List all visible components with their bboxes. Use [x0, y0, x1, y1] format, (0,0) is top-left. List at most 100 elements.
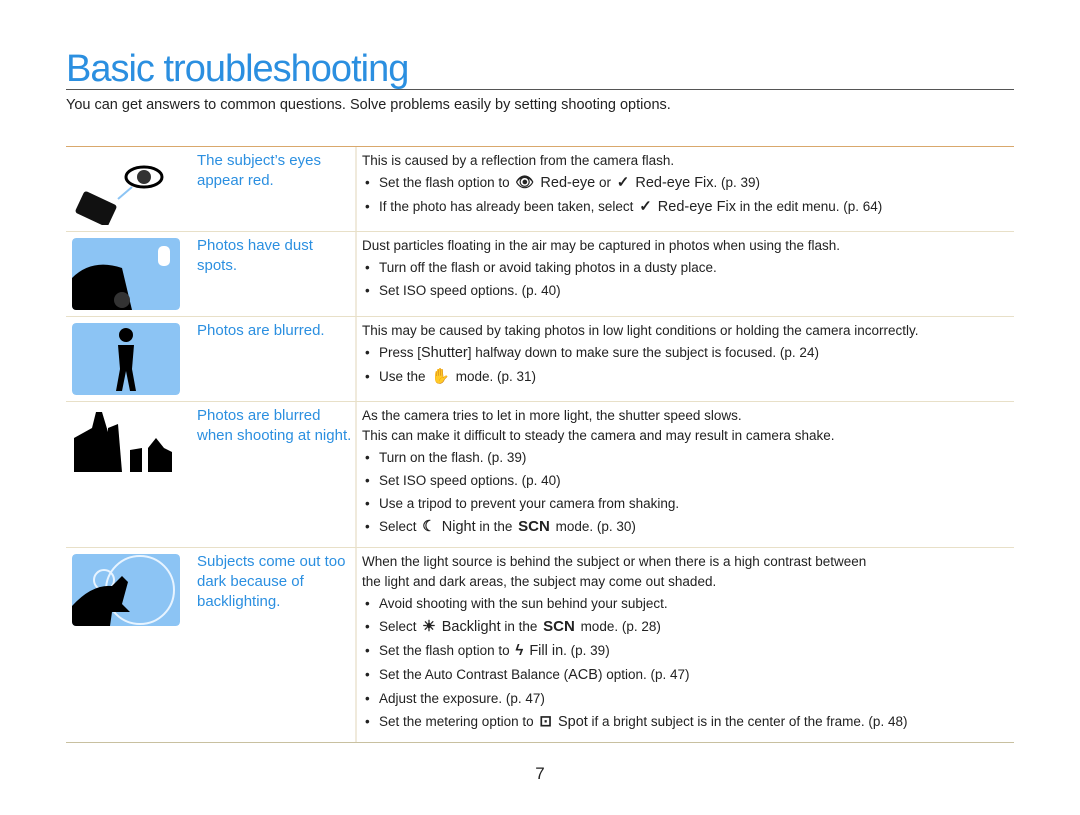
bullet-text: Avoid shooting with the sun behind your …: [379, 596, 668, 611]
option-name: Red-eye: [536, 175, 596, 191]
solution-bullet: If the photo has already been taken, sel…: [362, 195, 1014, 219]
problem-label: Photos are blurred when shooting at nigh…: [192, 402, 357, 547]
solution-cell: This may be caused by taking photos in l…: [357, 317, 1014, 401]
bullet-text: or: [595, 175, 615, 190]
solution-bullet: Turn on the flash. (p. 39): [362, 446, 1014, 469]
backlit-person-illustration: [72, 554, 180, 626]
illustration-cell: [66, 317, 192, 401]
fill-in-flash-icon: ϟ: [515, 642, 524, 659]
problem-label: Photos have dust spots.: [192, 232, 357, 316]
blurred-person-illustration: [72, 323, 180, 395]
option-name: Red-eye Fix: [631, 175, 714, 191]
spot-metering-icon: ⊡: [539, 713, 552, 730]
page-title: Basic troubleshooting: [66, 48, 409, 90]
solution-cell: This is caused by a reflection from the …: [357, 147, 1014, 231]
bullet-text: Select: [379, 519, 421, 534]
solution-bullet: Set ISO speed options. (p. 40): [362, 279, 1014, 302]
illustration-cell: [66, 402, 192, 547]
solution-bullet: Set the metering option to ⊡ Spot if a b…: [362, 710, 1014, 734]
bullet-text: Turn on the flash. (p. 39): [379, 450, 527, 465]
illustration-cell: [66, 147, 192, 231]
table-row: The subject’s eyes appear red. This is ca…: [66, 147, 1014, 231]
option-name: ACB: [568, 667, 598, 683]
option-name: Spot: [553, 714, 588, 730]
description-line: This may be caused by taking photos in l…: [362, 323, 919, 338]
solution-bullet: Avoid shooting with the sun behind your …: [362, 592, 1014, 615]
description-line: As the camera tries to let in more light…: [362, 408, 742, 423]
bullet-text: Press [: [379, 345, 422, 360]
solution-bullet: Turn off the flash or avoid taking photo…: [362, 256, 1014, 279]
bullet-text: Set ISO speed options. (p. 40): [379, 473, 561, 488]
table-row: Photos have dust spots. Dust particles fl…: [66, 231, 1014, 316]
bullet-text: in the edit menu. (p. 64): [735, 199, 883, 214]
bullet-text: if a bright subject is in the center of …: [587, 714, 908, 729]
bullet-text: Set ISO speed options. (p. 40): [379, 283, 561, 298]
bullet-text: Use the: [379, 369, 430, 384]
bullet-text: Set the flash option to: [379, 643, 514, 658]
bullet-text: Select: [379, 619, 421, 634]
option-name: Fill in: [525, 643, 564, 659]
troubleshooting-table: The subject’s eyes appear red. This is ca…: [66, 146, 1014, 743]
problem-label: Subjects come out too dark because of ba…: [192, 548, 357, 742]
description-line: This is caused by a reflection from the …: [362, 153, 675, 168]
option-name: Shutter: [421, 345, 468, 361]
red-eye-fix-icon: ✓: [639, 198, 652, 215]
solution-bullet: Select ☀ Backlight in the SCN mode. (p. …: [362, 615, 1014, 639]
scene-mode-icon: SCN: [543, 618, 575, 635]
dual-is-icon: ✋: [431, 368, 450, 385]
description-line: This can make it difficult to steady the…: [362, 428, 835, 443]
description-line: Dust particles floating in the air may b…: [362, 238, 841, 253]
bullet-text: mode. (p. 31): [451, 369, 537, 384]
option-name: Backlight: [437, 619, 501, 635]
intro-text: You can get answers to common questions.…: [66, 97, 671, 113]
red-eye-icon: 👁: [515, 174, 535, 191]
dust-spots-illustration: [72, 238, 180, 310]
title-divider: [66, 89, 1014, 90]
night-icon: ☾: [422, 518, 436, 535]
option-name: Red-eye Fix: [653, 199, 736, 215]
red-eye-fix-icon: ✓: [616, 174, 630, 191]
solution-cell: Dust particles floating in the air may b…: [357, 232, 1014, 316]
bullet-text: Set the flash option to: [379, 175, 514, 190]
description-line: the light and dark areas, the subject ma…: [362, 574, 717, 589]
scene-mode-icon: SCN: [518, 518, 550, 535]
option-name: Night: [437, 519, 476, 535]
table-row: Subjects come out too dark because of ba…: [66, 547, 1014, 742]
solution-bullet: Adjust the exposure. (p. 47): [362, 687, 1014, 710]
description-line: When the light source is behind the subj…: [362, 554, 867, 569]
solution-bullet: Set the Auto Contrast Balance (ACB) opti…: [362, 663, 1014, 687]
red-eye-camera-illustration: [72, 153, 180, 225]
problem-label: Photos are blurred.: [192, 317, 357, 401]
solution-cell: When the light source is behind the subj…: [357, 548, 1014, 742]
bullet-text: in the: [475, 519, 517, 534]
backlight-icon: ☀: [422, 618, 436, 635]
solution-bullet: Select ☾ Night in the SCN mode. (p. 30): [362, 515, 1014, 539]
bullet-text: ] halfway down to make sure the subject …: [467, 345, 819, 360]
solution-cell: As the camera tries to let in more light…: [357, 402, 1014, 547]
bullet-text: . (p. 39): [563, 643, 610, 658]
bullet-text: ) option. (p. 47): [597, 667, 690, 682]
bullet-text: If the photo has already been taken, sel…: [379, 199, 638, 214]
solution-bullet: Set ISO speed options. (p. 40): [362, 469, 1014, 492]
night-city-illustration: [72, 408, 180, 480]
solution-bullet: Use a tripod to prevent your camera from…: [362, 492, 1014, 515]
table-row: Photos are blurred when shooting at nigh…: [66, 401, 1014, 547]
bullet-text: mode. (p. 28): [576, 619, 661, 634]
solution-bullet: Set the flash option to 👁 Red-eye or ✓ R…: [362, 171, 1014, 195]
solution-bullet: Set the flash option to ϟ Fill in. (p. 3…: [362, 639, 1014, 663]
bullet-text: Adjust the exposure. (p. 47): [379, 691, 545, 706]
bullet-text: Set the Auto Contrast Balance (: [379, 667, 569, 682]
illustration-cell: [66, 548, 192, 742]
bullet-text: mode. (p. 30): [551, 519, 636, 534]
bullet-text: Turn off the flash or avoid taking photo…: [379, 260, 717, 275]
solution-bullet: Use the ✋ mode. (p. 31): [362, 365, 1014, 388]
bullet-text: in the: [500, 619, 542, 634]
solution-bullet: Press [Shutter] halfway down to make sur…: [362, 341, 1014, 365]
illustration-cell: [66, 232, 192, 316]
page-number: 7: [535, 764, 545, 783]
table-row: Photos are blurred. This may be caused by…: [66, 316, 1014, 401]
bullet-text: Use a tripod to prevent your camera from…: [379, 496, 680, 511]
problem-label: The subject’s eyes appear red.: [192, 147, 357, 231]
bullet-text: Set the metering option to: [379, 714, 538, 729]
bullet-text: . (p. 39): [713, 175, 761, 190]
